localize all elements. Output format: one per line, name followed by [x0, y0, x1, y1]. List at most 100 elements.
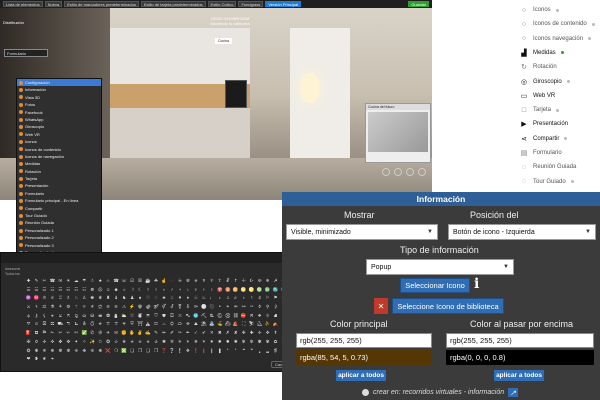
- icon-option[interactable]: ⛪: [145, 320, 152, 328]
- icon-option[interactable]: ❦: [41, 355, 48, 363]
- icon-option[interactable]: ✗: [224, 329, 231, 337]
- icon-option[interactable]: ⛎: [192, 312, 199, 320]
- dropdown-option[interactable]: Rotación: [17, 168, 101, 175]
- icon-option[interactable]: ☒: [137, 277, 144, 285]
- library-icon-button[interactable]: Seleccione Icono de biblioteca: [392, 298, 504, 314]
- dropdown-option[interactable]: Web VR: [17, 131, 101, 138]
- toolbar-button-new[interactable]: Nueva: [44, 1, 63, 7]
- icon-option[interactable]: ⛍: [184, 312, 191, 320]
- dropdown-option[interactable]: Formulario: [17, 190, 101, 197]
- vr-icon[interactable]: [394, 168, 402, 176]
- icon-option[interactable]: ⛁: [89, 312, 96, 320]
- side-menu-item[interactable]: ○ Iconos: [520, 4, 559, 16]
- dropdown-option[interactable]: Información: [17, 86, 101, 93]
- gyroscope-icon[interactable]: [382, 168, 390, 176]
- icon-option[interactable]: ❤: [25, 355, 32, 363]
- icon-option[interactable]: ✄: [73, 329, 80, 337]
- icon-option[interactable]: ❛: [224, 347, 231, 355]
- icon-option[interactable]: ❠: [264, 347, 271, 355]
- icon-option[interactable]: ⚤: [153, 303, 160, 311]
- icon-option[interactable]: ✮: [137, 338, 144, 346]
- icon-option[interactable]: ☪: [248, 277, 255, 285]
- icon-option[interactable]: ⛝: [41, 320, 48, 328]
- icon-option[interactable]: ⚲: [264, 303, 271, 311]
- icon-option[interactable]: ❙: [208, 347, 215, 355]
- icon-option[interactable]: ✂: [57, 329, 64, 337]
- icon-option[interactable]: ✱: [160, 338, 167, 346]
- icon-option[interactable]: ⛓: [232, 312, 239, 320]
- picker-category[interactable]: Todos los: [5, 272, 20, 277]
- side-menu-item[interactable]: ▟ Medidas: [520, 47, 564, 59]
- icon-option[interactable]: ⚥: [160, 303, 167, 311]
- dropdown-option[interactable]: Medidas: [17, 160, 101, 167]
- dropdown-option[interactable]: Facebook: [17, 109, 101, 116]
- icon-option[interactable]: ⛤: [97, 320, 104, 328]
- icon-option[interactable]: ⛃: [105, 312, 112, 320]
- icon-option[interactable]: ♒: [25, 294, 32, 302]
- icon-option[interactable]: ✥: [65, 338, 72, 346]
- dropdown-option[interactable]: Compartir: [17, 205, 101, 212]
- icon-option[interactable]: ♦: [184, 294, 191, 302]
- icon-option[interactable]: ⛗: [264, 312, 271, 320]
- icon-option[interactable]: ✔: [200, 329, 207, 337]
- icon-option[interactable]: ♄: [184, 286, 191, 294]
- icon-option[interactable]: ✑: [176, 329, 183, 337]
- position-select[interactable]: Botón de icono - Izquierda ▼: [448, 224, 596, 240]
- icon-option[interactable]: ⛴: [224, 320, 231, 328]
- icon-option[interactable]: ♁: [160, 286, 167, 294]
- icon-option[interactable]: ✁: [49, 329, 56, 337]
- icon-option[interactable]: ⚼: [73, 312, 80, 320]
- dropdown-option[interactable]: Vista 3D: [17, 94, 101, 101]
- icon-option[interactable]: ⚞: [105, 303, 112, 311]
- icon-option[interactable]: ✦: [73, 338, 80, 346]
- icon-option[interactable]: ✯: [145, 338, 152, 346]
- icon-option[interactable]: ❏: [129, 347, 136, 355]
- icon-option[interactable]: ☨: [232, 277, 239, 285]
- icon-option[interactable]: ♗: [65, 294, 72, 302]
- icon-option[interactable]: ❄: [41, 347, 48, 355]
- icon-option[interactable]: ⛱: [200, 320, 207, 328]
- icon-option[interactable]: ⚕: [33, 303, 40, 311]
- icon-option[interactable]: ❗: [192, 347, 199, 355]
- icon-option[interactable]: ⛔: [240, 312, 247, 320]
- icon-option[interactable]: ❅: [49, 347, 56, 355]
- icon-option[interactable]: ⚺: [57, 312, 64, 320]
- icon-option[interactable]: ❐: [137, 347, 144, 355]
- icon-option[interactable]: ✠: [25, 338, 32, 346]
- external-link-icon[interactable]: ↗: [508, 388, 519, 397]
- remove-icon-button[interactable]: ✕: [374, 298, 388, 314]
- icon-option[interactable]: ❒: [153, 347, 160, 355]
- icon-option[interactable]: ✾: [264, 338, 271, 346]
- icon-option[interactable]: ✎: [153, 329, 160, 337]
- icon-option[interactable]: ☰: [25, 286, 32, 294]
- icon-option[interactable]: ♓: [33, 294, 40, 302]
- side-menu-item[interactable]: □ Tarjeta: [520, 104, 560, 116]
- hover-color-bg-input[interactable]: rgba(0, 0, 0, 0.8): [446, 350, 594, 365]
- icon-option[interactable]: ✤: [57, 338, 64, 346]
- icon-option[interactable]: ✘: [232, 329, 239, 337]
- icon-option[interactable]: ♆: [200, 286, 207, 294]
- icon-option[interactable]: ✎: [33, 277, 40, 285]
- dropdown-option[interactable]: Giroscopio: [17, 123, 101, 130]
- icon-option[interactable]: ♤: [168, 294, 175, 302]
- dropdown-option[interactable]: Tour Guiado: [17, 212, 101, 219]
- icon-option[interactable]: ♘: [73, 294, 80, 302]
- icon-option[interactable]: ☶: [73, 286, 80, 294]
- side-menu-item[interactable]: ▶ Presentación: [520, 118, 568, 130]
- icon-option[interactable]: ♙: [81, 294, 88, 302]
- icon-option[interactable]: ⛺: [272, 320, 279, 328]
- icon-option[interactable]: ♅: [192, 286, 199, 294]
- side-menu-item[interactable]: ◎ Giroscopio: [520, 76, 570, 88]
- dropdown-option[interactable]: WhatsApp: [17, 116, 101, 123]
- icon-option[interactable]: ♈: [216, 286, 223, 294]
- icon-option[interactable]: ❂: [25, 347, 32, 355]
- icon-option[interactable]: ♜: [105, 294, 112, 302]
- icon-option[interactable]: ❟: [256, 347, 263, 355]
- icon-option[interactable]: ✩: [97, 338, 104, 346]
- icon-option[interactable]: ☝: [160, 277, 167, 285]
- icon-option[interactable]: ⛵: [232, 320, 239, 328]
- icon-option[interactable]: ⛩: [137, 320, 144, 328]
- icon-option[interactable]: ⛅: [121, 312, 128, 320]
- icon-grid[interactable]: ✚✎✂☎✉☀☁☂☃★☆☎☏☑☒☕☘☝☞☠☢☣☤☥☦☧☨☩☪☫☬☭☮☯☰☱☲☳☴☵…: [25, 277, 295, 363]
- icon-option[interactable]: ⚜: [89, 303, 96, 311]
